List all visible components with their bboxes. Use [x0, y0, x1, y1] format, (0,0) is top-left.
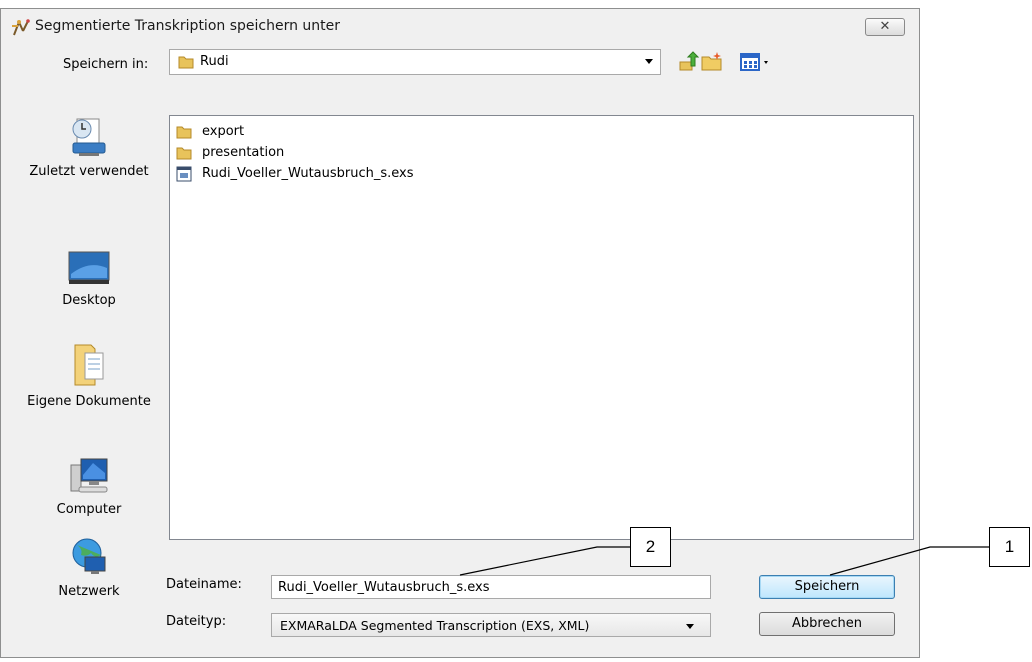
callout-line-2 [459, 546, 630, 576]
callout-line-1 [829, 546, 989, 576]
callout-lines [459, 546, 989, 576]
callout-1: 1 [989, 527, 1030, 567]
callout-2: 2 [630, 527, 671, 567]
